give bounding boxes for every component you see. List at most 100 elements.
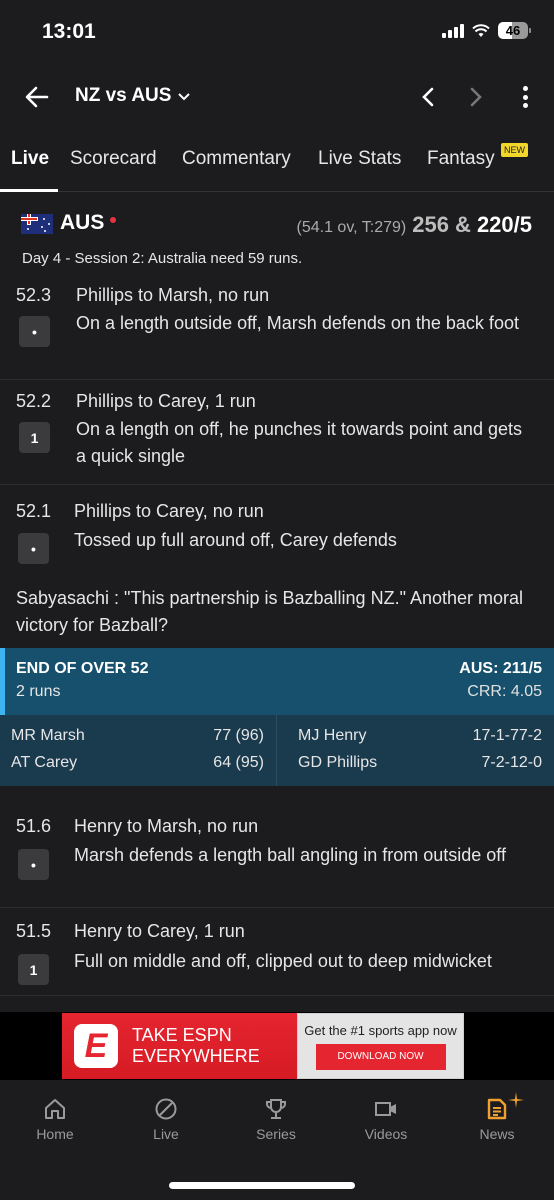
ball-item: 52.3 Phillips to Marsh, no run • On a le… xyxy=(0,280,554,380)
more-options-icon[interactable] xyxy=(515,83,535,111)
match-selector[interactable]: NZ vs AUS xyxy=(75,85,191,107)
ad-headline: TAKE ESPN EVERYWHERE xyxy=(132,1025,260,1067)
match-title: NZ vs AUS xyxy=(75,85,172,106)
live-indicator-dot xyxy=(110,217,116,223)
tab-live[interactable]: Live xyxy=(11,148,49,170)
score-header: AUS (54.1 ov, T:279) 256 & 220/5 Day 4 -… xyxy=(0,200,554,280)
download-now-button[interactable]: DOWNLOAD NOW xyxy=(315,1043,446,1070)
nav-live[interactable]: Live xyxy=(126,1096,206,1142)
commentary-feed: 52.3 Phillips to Marsh, no run • On a le… xyxy=(0,280,554,648)
ad-headline-line-2: EVERYWHERE xyxy=(132,1046,260,1066)
batting-team: AUS xyxy=(60,211,105,234)
over-runs: 2 runs xyxy=(16,683,61,700)
ball-description: Marsh defends a length ball angling in f… xyxy=(74,845,506,865)
bowler-name: GD Phillips xyxy=(298,754,378,771)
bowler-name: MJ Henry xyxy=(298,727,367,744)
batter-name: AT Carey xyxy=(11,754,78,771)
australia-flag-icon xyxy=(21,214,53,234)
next-match-icon[interactable] xyxy=(466,85,486,109)
home-indicator xyxy=(169,1182,355,1189)
over-team-score: AUS: 211/5 xyxy=(459,660,542,677)
home-icon xyxy=(45,1099,65,1119)
ball-title: Phillips to Carey, no run xyxy=(74,501,264,521)
commentary-feed-continued: 51.6 Henry to Marsh, no run • Marsh defe… xyxy=(0,796,554,996)
ball-item-with-comment: 52.1 Phillips to Carey, no run • Tossed … xyxy=(0,485,554,648)
ball-over-number: 52.3 xyxy=(16,285,52,305)
chevron-down-icon xyxy=(178,93,191,101)
nav-label: Live xyxy=(153,1126,179,1142)
batter-stat: 64 (95) xyxy=(213,754,264,771)
ad-right-panel: Get the #1 sports app now DOWNLOAD NOW xyxy=(297,1013,464,1079)
active-tab-indicator xyxy=(0,189,58,192)
reader-comment: Sabyasachi : "This partnership is Bazbal… xyxy=(16,588,524,635)
accent-bar xyxy=(0,648,5,715)
batter-name: MR Marsh xyxy=(11,727,85,744)
status-bar: 13:01 46 xyxy=(0,0,554,64)
ball-over-number: 52.1 xyxy=(16,501,52,521)
new-badge: NEW xyxy=(501,143,528,157)
ball-title: Phillips to Carey, 1 run xyxy=(76,391,256,411)
back-arrow-icon[interactable] xyxy=(22,82,52,112)
run-badge: 1 xyxy=(18,954,49,985)
batter-stat: 77 (96) xyxy=(213,727,264,744)
first-innings-score: 256 & xyxy=(412,212,471,237)
current-run-rate: CRR: 4.05 xyxy=(467,683,542,700)
ball-icon xyxy=(155,1098,177,1120)
ball-description: Tossed up full around off, Carey defends xyxy=(74,530,397,550)
status-time: 13:01 xyxy=(42,20,96,43)
ball-over-number: 51.5 xyxy=(16,921,52,941)
run-badge: 1 xyxy=(19,422,50,453)
nav-label: Home xyxy=(36,1126,74,1142)
dot-ball-badge: • xyxy=(19,316,50,347)
trophy-icon xyxy=(266,1099,286,1119)
ball-title: Phillips to Marsh, no run xyxy=(76,285,270,305)
tab-commentary[interactable]: Commentary xyxy=(182,148,291,170)
end-of-over-card: END OF OVER 52 2 runs AUS: 211/5 CRR: 4.… xyxy=(0,648,554,786)
ball-item: 51.5 Henry to Carey, 1 run 1 Full on mid… xyxy=(0,908,554,996)
ball-item: 52.2 Phillips to Carey, 1 run 1 On a len… xyxy=(0,380,554,485)
end-of-over-header: END OF OVER 52 2 runs AUS: 211/5 CRR: 4.… xyxy=(0,648,554,715)
ad-left-panel: E TAKE ESPN EVERYWHERE xyxy=(62,1013,297,1079)
dot-ball-badge: • xyxy=(18,849,49,880)
nav-news[interactable]: News xyxy=(457,1096,537,1142)
sparkle-icon xyxy=(508,1092,524,1108)
end-of-over-players: MR Marsh 77 (96) AT Carey 64 (95) MJ Hen… xyxy=(0,715,554,786)
tab-bar: Live Scorecard Commentary Live Stats Fan… xyxy=(0,138,554,192)
espn-ad-banner[interactable]: E TAKE ESPN EVERYWHERE Get the #1 sports… xyxy=(62,1013,464,1079)
ad-tagline: Get the #1 sports app now xyxy=(304,1022,457,1038)
espn-logo-icon: E xyxy=(74,1024,118,1068)
ball-description: On a length outside off, Marsh defends o… xyxy=(76,313,519,333)
tab-fantasy[interactable]: Fantasy xyxy=(427,148,495,170)
tab-scorecard[interactable]: Scorecard xyxy=(70,148,157,170)
top-app-bar: NZ vs AUS xyxy=(0,72,554,122)
column-divider xyxy=(276,715,277,786)
ball-over-number: 52.2 xyxy=(16,391,52,411)
dot-ball-badge: • xyxy=(18,533,49,564)
nav-label: News xyxy=(479,1126,515,1142)
video-icon xyxy=(375,1102,396,1116)
ball-item: 51.6 Henry to Marsh, no run • Marsh defe… xyxy=(0,796,554,908)
bowler-figures: 7-2-12-0 xyxy=(481,754,542,771)
wifi-icon xyxy=(472,23,490,37)
tab-live-stats[interactable]: Live Stats xyxy=(318,148,401,170)
end-of-over-title: END OF OVER 52 xyxy=(16,660,149,677)
ad-banner-container: E TAKE ESPN EVERYWHERE Get the #1 sports… xyxy=(0,1012,554,1080)
nav-videos[interactable]: Videos xyxy=(346,1096,426,1142)
news-icon xyxy=(487,1098,507,1120)
bowler-figures: 17-1-77-2 xyxy=(472,727,542,744)
ball-title: Henry to Marsh, no run xyxy=(74,816,259,836)
nav-label: Series xyxy=(256,1126,296,1142)
nav-home[interactable]: Home xyxy=(15,1096,95,1142)
signal-icon xyxy=(442,23,464,38)
status-icons: 46 xyxy=(442,22,531,39)
ball-description: Full on middle and off, clipped out to d… xyxy=(74,951,492,971)
ball-description: On a length on off, he punches it toward… xyxy=(76,419,522,466)
nav-label: Videos xyxy=(364,1126,408,1142)
team-score: (54.1 ov, T:279) 256 & 220/5 xyxy=(297,212,532,238)
ad-headline-line-1: TAKE ESPN xyxy=(132,1025,232,1045)
nav-series[interactable]: Series xyxy=(236,1096,316,1142)
match-status: Day 4 - Session 2: Australia need 59 run… xyxy=(22,250,303,267)
ball-over-number: 51.6 xyxy=(16,816,52,836)
previous-match-icon[interactable] xyxy=(418,85,438,109)
current-score: 220/5 xyxy=(476,212,532,237)
